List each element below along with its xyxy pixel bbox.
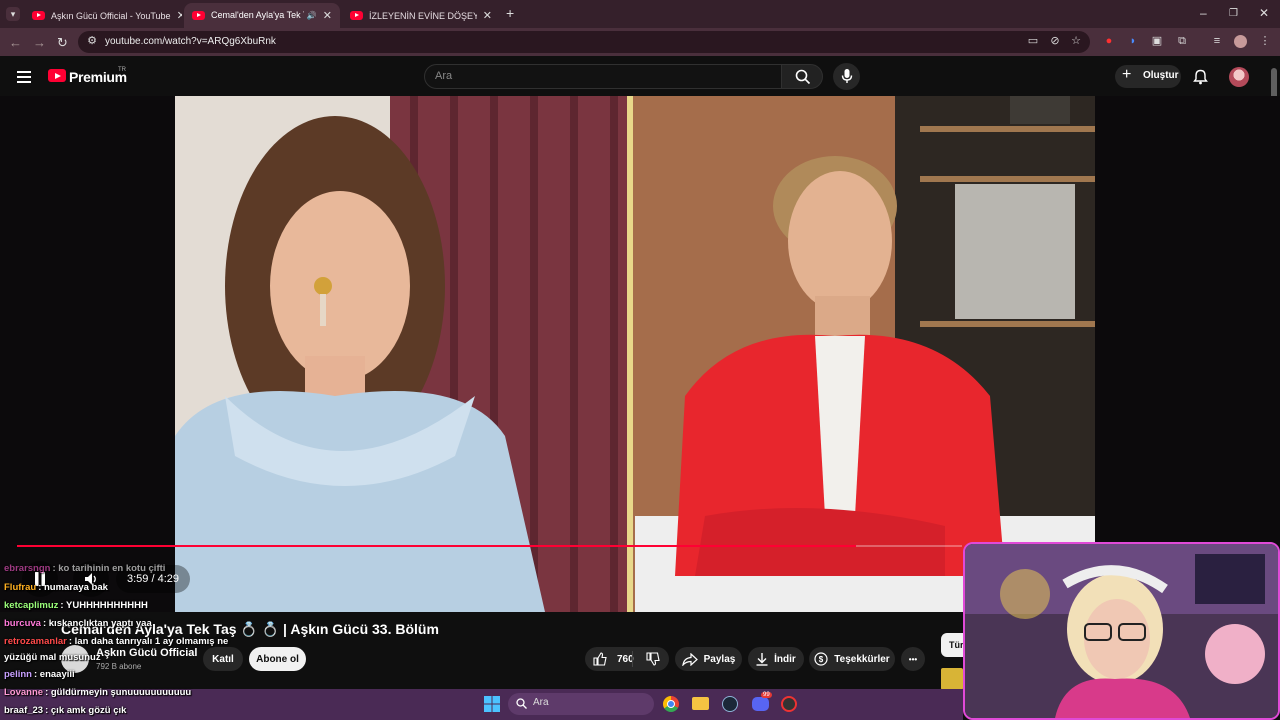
bookmark-star-icon[interactable]: ☆ [1070,35,1082,47]
browser-menu-icon[interactable]: ⋮ [1259,35,1271,47]
file-explorer-icon[interactable] [692,697,709,710]
extension-audio-icon[interactable]: ◗ [1127,35,1139,47]
reload-icon[interactable]: ↻ [57,35,68,51]
share-button[interactable]: Paylaş [675,647,742,671]
thanks-button[interactable]: $ Teşekkürler [809,647,895,671]
share-icon [681,652,698,666]
youtube-favicon-icon [32,11,45,20]
svg-text:$: $ [819,655,824,664]
chat-message: Lovanne: güldürmeyin şunuuuuuuuuuuu [4,687,192,698]
video-scene-illustration [175,96,1095,612]
discord-badge: 99 [761,692,772,698]
user-avatar[interactable] [1229,67,1249,87]
steam-icon[interactable] [722,696,738,712]
tab-title: İZLEYENİN EVİNE DÖŞEYEN Kİ [369,10,477,21]
extension-red-icon[interactable]: ● [1103,35,1115,47]
close-tab-icon[interactable]: ✕ [477,9,492,22]
create-label: Oluştur [1143,70,1179,81]
video-player[interactable] [0,96,1280,612]
thanks-icon: $ [814,652,828,666]
plus-icon: + [1122,66,1132,83]
chat-message: Flufrau: numaraya bak [4,582,108,593]
menu-icon[interactable] [17,71,31,86]
app-icon[interactable] [781,696,797,712]
extensions-puzzle-icon[interactable]: ⧉ [1176,35,1188,47]
chrome-icon[interactable] [663,696,679,712]
recommended-thumbnail[interactable] [941,668,963,690]
reading-list-icon[interactable]: ≡ [1211,35,1223,47]
search-icon [795,69,811,85]
tab-search-icon[interactable]: ▾ [6,7,20,21]
speaker-icon[interactable]: 🔊 [307,11,317,20]
search-input[interactable]: Ara [424,64,782,89]
join-button[interactable]: Katıl [203,647,243,671]
windows-start-icon[interactable] [484,696,500,712]
chat-message: retrozamanlar: lan daha tanrıyalı 1 ay o… [4,636,229,647]
chat-message: burcuva: kıskançlıktan yaptı yaa [4,618,152,629]
chat-message: pelinn: enaayiii [4,669,75,680]
tab-cemal-ayla[interactable]: Cemal'den Ayla'ya Tek Taş 💍 🔊 ✕ [184,3,340,28]
webcam-illustration [965,544,1278,718]
close-window-icon[interactable]: ✕ [1259,6,1269,20]
tab-title: Aşkın Gücü Official - YouTube [51,10,171,21]
url-text[interactable]: youtube.com/watch?v=ARQg6XbuRnk [105,36,276,47]
maximize-icon[interactable]: ❐ [1229,8,1238,19]
thanks-label: Teşekkürler [834,653,890,665]
download-button[interactable]: İndir [748,647,804,671]
extension-icon[interactable]: ▣ [1151,35,1163,47]
streamer-webcam [963,542,1280,720]
chat-message: braaf_23: çık amk gözü çık [4,705,127,716]
site-info-icon[interactable]: ⚙ [86,35,98,47]
discord-icon[interactable] [752,697,769,711]
new-tab-button[interactable]: + [506,5,514,21]
youtube-favicon-icon [350,11,363,20]
voice-search-button[interactable] [833,63,860,90]
browser-tab-strip: ▾ Aşkın Gücü Official - YouTube ✕ Cemal'… [0,0,1280,28]
subscribe-button[interactable]: Abone ol [249,647,306,671]
taskbar-search-icon [516,698,527,709]
download-label: İndir [774,653,796,665]
minimize-icon[interactable]: – [1200,6,1207,20]
video-frame[interactable] [175,96,1095,612]
tab-title: Cemal'den Ayla'ya Tek Taş 💍 [211,10,304,20]
chat-message: ketcaplimuz: YUHHHHHHHHHH [4,600,148,611]
youtube-favicon-icon [192,11,205,20]
tab-askin-gucu[interactable]: Aşkın Gücü Official - YouTube ✕ [24,3,182,28]
more-actions-button[interactable]: ••• [901,647,925,671]
close-tab-icon[interactable]: ✕ [317,9,332,22]
youtube-logo-icon[interactable] [48,69,66,82]
bell-icon[interactable] [1193,69,1208,85]
progress-fill[interactable] [17,545,857,547]
back-icon[interactable]: ← [9,35,22,50]
like-icon [593,652,607,666]
hide-icon[interactable]: ⊘ [1049,35,1061,47]
chat-message: ebrarsngn: ko tarihinin en kotu çifti [4,563,166,574]
download-icon [756,652,768,666]
like-divider [632,651,633,667]
region-code: TR [118,67,126,73]
search-button[interactable] [781,64,823,89]
channel-name[interactable]: Aşkın Gücü Official [96,647,197,659]
taskbar-search-input[interactable]: Ara [508,693,654,715]
close-tab-icon[interactable]: ✕ [171,9,182,22]
mic-icon [841,69,853,83]
chat-message: yüzüğü mal musunuz [4,652,101,663]
subscriber-count: 792 B abone [96,662,142,671]
tab-izleyenin-evine[interactable]: İZLEYENİN EVİNE DÖŞEYEN Kİ ✕ [342,3,500,28]
cast-icon[interactable]: ▭ [1027,35,1039,47]
dislike-icon[interactable] [646,652,660,666]
profile-avatar[interactable] [1234,35,1247,48]
forward-icon[interactable]: → [33,35,46,50]
share-label: Paylaş [703,653,736,665]
